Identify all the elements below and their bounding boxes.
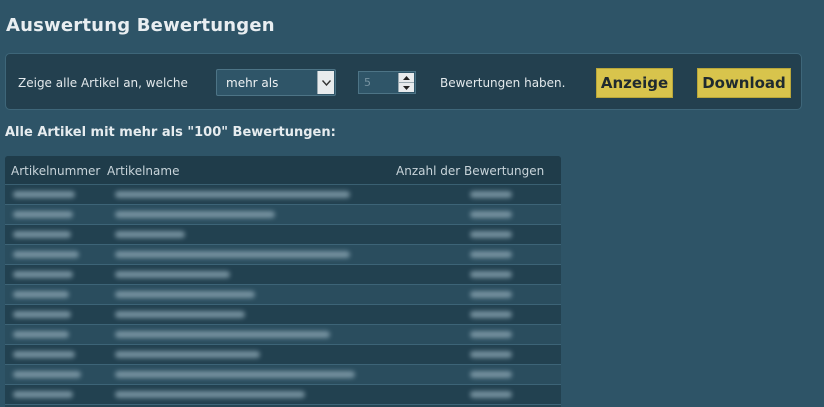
row-article-name bbox=[115, 191, 350, 198]
row-review-count bbox=[470, 371, 512, 378]
row-article-number bbox=[13, 191, 75, 198]
row-article-name bbox=[115, 291, 255, 298]
row-article-name bbox=[115, 371, 355, 378]
row-article-name bbox=[115, 271, 230, 278]
table-row[interactable] bbox=[5, 245, 561, 265]
filter-panel: Zeige alle Artikel an, welche mehr als 5… bbox=[5, 53, 802, 110]
table-row[interactable] bbox=[5, 385, 561, 405]
row-review-count bbox=[470, 271, 512, 278]
results-table: Artikelnummer Artikelname Anzahl der Bew… bbox=[5, 156, 561, 407]
row-article-number bbox=[13, 291, 69, 298]
row-review-count bbox=[470, 311, 512, 318]
row-article-name bbox=[115, 231, 185, 238]
spin-down-icon[interactable] bbox=[399, 83, 414, 92]
table-row[interactable] bbox=[5, 345, 561, 365]
row-article-name bbox=[115, 391, 305, 398]
filter-suffix-label: Bewertungen haben. bbox=[440, 76, 566, 90]
row-article-number bbox=[13, 311, 71, 318]
filter-prefix-label: Zeige alle Artikel an, welche bbox=[18, 76, 188, 90]
spin-up-icon[interactable] bbox=[399, 73, 414, 83]
table-row[interactable] bbox=[5, 265, 561, 285]
row-article-number bbox=[13, 351, 75, 358]
page-title: Auswertung Bewertungen bbox=[6, 15, 275, 36]
table-header: Artikelnummer Artikelname Anzahl der Bew… bbox=[5, 156, 561, 185]
row-article-number bbox=[13, 231, 71, 238]
row-article-name bbox=[115, 311, 245, 318]
table-row[interactable] bbox=[5, 185, 561, 205]
row-article-number bbox=[13, 371, 81, 378]
show-button[interactable]: Anzeige bbox=[596, 68, 673, 98]
row-review-count bbox=[470, 351, 512, 358]
table-row[interactable] bbox=[5, 285, 561, 305]
row-review-count bbox=[470, 291, 512, 298]
row-article-number bbox=[13, 251, 79, 258]
row-article-name bbox=[115, 351, 260, 358]
row-article-number bbox=[13, 211, 73, 218]
table-row[interactable] bbox=[5, 325, 561, 345]
row-review-count bbox=[470, 391, 512, 398]
count-spinner-input[interactable]: 5 bbox=[358, 71, 416, 94]
row-review-count bbox=[470, 191, 512, 198]
row-article-name bbox=[115, 211, 275, 218]
table-row[interactable] bbox=[5, 305, 561, 325]
row-review-count bbox=[470, 231, 512, 238]
row-article-number bbox=[13, 391, 73, 398]
table-row[interactable] bbox=[5, 225, 561, 245]
row-article-name bbox=[115, 251, 350, 258]
column-header-count[interactable]: Anzahl der Bewertungen bbox=[396, 164, 544, 178]
column-header-number[interactable]: Artikelnummer bbox=[11, 164, 100, 178]
row-review-count bbox=[470, 211, 512, 218]
comparison-select-value: mehr als bbox=[226, 76, 279, 90]
row-article-name bbox=[115, 331, 330, 338]
table-row[interactable] bbox=[5, 205, 561, 225]
row-article-number bbox=[13, 331, 69, 338]
row-review-count bbox=[470, 251, 512, 258]
row-article-number bbox=[13, 271, 73, 278]
comparison-select[interactable]: mehr als bbox=[216, 69, 336, 96]
count-value: 5 bbox=[364, 76, 371, 89]
chevron-down-icon[interactable] bbox=[317, 71, 334, 94]
column-header-name[interactable]: Artikelname bbox=[107, 164, 179, 178]
download-button[interactable]: Download bbox=[697, 68, 791, 98]
row-review-count bbox=[470, 331, 512, 338]
results-heading: Alle Artikel mit mehr als "100" Bewertun… bbox=[5, 125, 336, 140]
table-row[interactable] bbox=[5, 365, 561, 385]
